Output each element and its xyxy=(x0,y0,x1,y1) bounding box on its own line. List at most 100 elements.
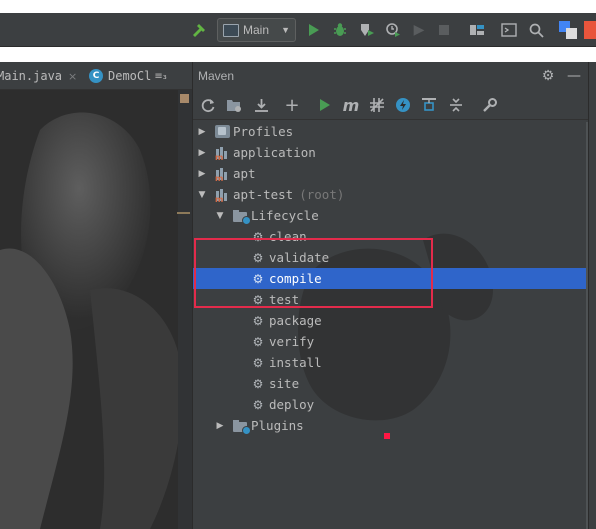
reload-icon[interactable] xyxy=(198,95,218,115)
profiles-icon xyxy=(214,124,230,140)
tree-item-label: application xyxy=(233,145,316,160)
stop-icon[interactable] xyxy=(434,20,454,40)
tab-main-java[interactable]: Main.java × xyxy=(0,62,77,90)
lifecycle-folder-icon xyxy=(232,208,251,225)
application-config-icon xyxy=(223,23,239,37)
settings-wrench-icon[interactable] xyxy=(479,95,499,115)
main-toolbar: Main ▼ ▶ xyxy=(0,13,596,47)
maven-project-icon: m xyxy=(214,145,230,162)
run-configuration-selector[interactable]: Main ▼ xyxy=(217,18,296,42)
tree-item-label: test xyxy=(269,292,300,307)
tree-item-label: site xyxy=(269,376,300,391)
tree-item-label: apt xyxy=(233,166,256,181)
execute-goal-icon[interactable]: m xyxy=(341,95,361,115)
search-icon[interactable] xyxy=(526,20,546,40)
run-maven-icon[interactable] xyxy=(315,95,335,115)
run-icon[interactable] xyxy=(304,20,324,40)
profile-run-icon[interactable] xyxy=(383,20,403,40)
maven-project-icon: m xyxy=(214,187,230,204)
gear-icon: ⚙ xyxy=(252,250,264,265)
code-editor[interactable] xyxy=(0,90,192,529)
tab-democlass[interactable]: C DemoCl ≡₃ xyxy=(89,62,167,90)
maven-header: Maven ⚙ — xyxy=(193,62,588,90)
gear-icon: ⚙ xyxy=(252,313,264,328)
change-marker xyxy=(177,212,190,214)
expand-arrow-icon[interactable]: ▶ xyxy=(196,169,208,179)
show-dependencies-icon[interactable] xyxy=(419,95,439,115)
tree-item-goal-verify[interactable]: ⚙ verify xyxy=(193,331,588,352)
tree-item-goal-install[interactable]: ⚙ install xyxy=(193,352,588,373)
editor-background-image xyxy=(0,90,192,529)
tree-item-label: package xyxy=(269,313,322,328)
gear-icon: ⚙ xyxy=(252,292,264,307)
add-maven-project-icon[interactable] xyxy=(224,95,244,115)
attach-debugger-icon[interactable]: ▶ xyxy=(409,20,429,40)
tree-item-label: install xyxy=(269,355,322,370)
plus-icon[interactable]: + xyxy=(282,95,302,116)
chevron-down-icon: ▼ xyxy=(281,25,290,35)
expand-arrow-icon[interactable]: ▶ xyxy=(196,148,208,158)
plugins-folder-icon xyxy=(232,418,251,435)
tree-item-label: validate xyxy=(269,250,330,265)
maven-tool-window: Maven ⚙ — + m ▶ Profiles ▶ m application… xyxy=(192,62,588,529)
tree-item-application[interactable]: ▶ m application xyxy=(193,142,588,163)
tree-item-goal-test[interactable]: ⚙ test xyxy=(193,289,588,310)
collapse-all-icon[interactable] xyxy=(446,95,466,115)
tree-item-label: verify xyxy=(269,334,315,349)
build-hammer-icon[interactable] xyxy=(189,20,209,40)
skip-tests-icon[interactable] xyxy=(393,95,413,115)
tree-item-goal-package[interactable]: ⚙ package xyxy=(193,310,588,331)
tree-item-goal-clean[interactable]: ⚙ clean xyxy=(193,226,588,247)
top-margin xyxy=(0,0,596,13)
tree-item-label: clean xyxy=(269,229,307,244)
maven-toolbar: + m xyxy=(193,90,588,120)
gear-icon: ⚙ xyxy=(252,271,264,286)
collapse-arrow-icon[interactable]: ▼ xyxy=(214,211,226,221)
gear-icon: ⚙ xyxy=(252,397,264,412)
tab-label: DemoCl xyxy=(108,69,152,83)
tree-item-lifecycle[interactable]: ▼ Lifecycle xyxy=(193,205,588,226)
close-icon[interactable]: × xyxy=(68,70,77,83)
debug-icon[interactable] xyxy=(330,20,350,40)
maven-title: Maven xyxy=(198,69,235,83)
tree-item-label: Plugins xyxy=(251,418,304,433)
run-configuration-label: Main xyxy=(243,23,270,37)
translate-icon[interactable] xyxy=(558,20,578,40)
project-structure-icon[interactable] xyxy=(467,20,487,40)
tree-item-plugins[interactable]: ▶ Plugins xyxy=(193,415,588,436)
annotation-dot xyxy=(384,433,390,439)
terminal-icon[interactable] xyxy=(499,20,519,40)
tab-label: Main.java xyxy=(0,69,63,83)
tree-item-label: Lifecycle xyxy=(251,208,319,223)
toggle-offline-icon[interactable] xyxy=(367,95,387,115)
gear-icon: ⚙ xyxy=(252,334,264,349)
class-icon: C xyxy=(89,69,103,83)
tree-item-goal-validate[interactable]: ⚙ validate xyxy=(193,247,588,268)
tree-item-label: deploy xyxy=(269,397,315,412)
warning-marker[interactable] xyxy=(180,94,189,103)
plugin-badge-icon[interactable] xyxy=(584,20,596,40)
tree-item-goal-deploy[interactable]: ⚙ deploy xyxy=(193,394,588,415)
maven-project-icon: m xyxy=(214,166,230,183)
tree-item-label: Profiles xyxy=(233,124,294,139)
gear-icon: ⚙ xyxy=(252,229,264,244)
tree-item-goal-compile[interactable]: ⚙ compile xyxy=(193,268,588,289)
tree-item-goal-site[interactable]: ⚙ site xyxy=(193,373,588,394)
gear-icon[interactable]: ⚙ xyxy=(539,67,557,85)
right-tool-strip[interactable] xyxy=(588,62,596,529)
tree-item-profiles[interactable]: ▶ Profiles xyxy=(193,121,588,142)
tree-item-apt-test[interactable]: ▼ m apt-test (root) xyxy=(193,184,588,205)
coverage-icon[interactable] xyxy=(357,20,377,40)
tree-item-label: compile xyxy=(269,271,322,286)
gear-icon: ⚙ xyxy=(252,376,264,391)
download-icon[interactable] xyxy=(251,95,271,115)
tree-item-apt[interactable]: ▶ m apt xyxy=(193,163,588,184)
collapse-arrow-icon[interactable]: ▼ xyxy=(196,190,208,200)
expand-arrow-icon[interactable]: ▶ xyxy=(196,127,208,137)
root-tag: (root) xyxy=(299,187,345,202)
gear-icon: ⚙ xyxy=(252,355,264,370)
expand-arrow-icon[interactable]: ▶ xyxy=(214,421,226,431)
editor-scroll-gutter[interactable] xyxy=(178,90,192,529)
tab-overflow-icon[interactable]: ≡₃ xyxy=(154,71,166,82)
minimize-icon[interactable]: — xyxy=(565,67,583,85)
